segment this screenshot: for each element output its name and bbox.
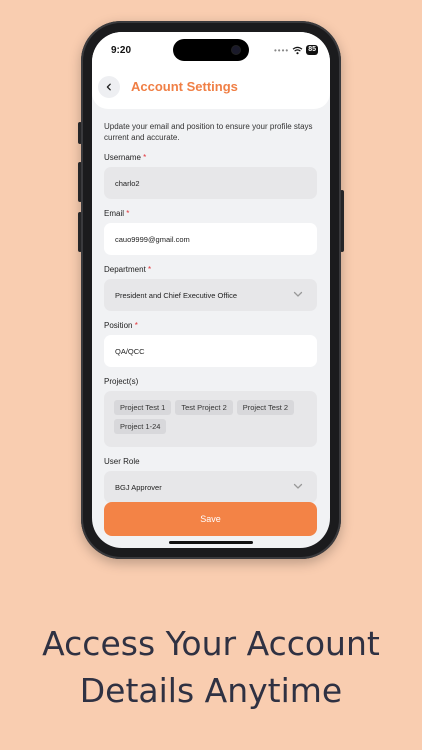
user-role-select[interactable]: BGJ Approver: [104, 471, 317, 503]
back-button[interactable]: [98, 76, 120, 98]
department-label-text: Department: [104, 265, 146, 274]
username-field[interactable]: charlo2: [104, 167, 317, 199]
tagline-line-1: Access Your Account: [42, 624, 380, 663]
required-marker: *: [134, 321, 138, 330]
wifi-icon: [292, 46, 303, 54]
required-marker: *: [148, 265, 152, 274]
battery-icon: 85: [306, 45, 318, 55]
department-select[interactable]: President and Chief Executive Office: [104, 279, 317, 311]
position-field[interactable]: QA/QCC: [104, 335, 317, 367]
position-label: Position *: [104, 321, 317, 330]
chevron-left-icon: [106, 83, 111, 91]
email-label: Email *: [104, 209, 317, 218]
chevron-down-icon: [293, 483, 303, 489]
projects-field[interactable]: Project Test 1 Test Project 2 Project Te…: [104, 391, 317, 447]
email-value: cauo9999@gmail.com: [115, 234, 190, 244]
required-marker: *: [143, 153, 147, 162]
project-tag[interactable]: Project Test 1: [114, 400, 172, 415]
username-value: charlo2: [115, 178, 140, 188]
department-value: President and Chief Executive Office: [115, 290, 238, 300]
email-label-text: Email: [104, 209, 125, 218]
status-indicators: •••• 85: [274, 45, 318, 55]
form-description: Update your email and position to ensure…: [104, 122, 313, 142]
user-role-value: BGJ Approver: [115, 482, 162, 492]
project-tag[interactable]: Test Project 2: [175, 400, 233, 415]
phone-screen: Account Settings 9:20 •••• 85 Update you…: [92, 32, 330, 548]
required-marker: *: [126, 209, 130, 218]
dynamic-island: [173, 39, 249, 61]
email-field[interactable]: cauo9999@gmail.com: [104, 223, 317, 255]
project-tag[interactable]: Project Test 2: [236, 400, 295, 415]
account-form: Update your email and position to ensure…: [104, 121, 317, 503]
projects-label: Project(s): [104, 377, 139, 386]
status-time: 9:20: [111, 45, 132, 56]
save-button[interactable]: Save: [104, 502, 317, 536]
page-title: Account Settings: [131, 79, 238, 94]
department-label: Department *: [104, 265, 317, 274]
project-tag[interactable]: Project 1-24: [114, 419, 167, 434]
signal-icon: ••••: [274, 45, 290, 55]
username-label: Username *: [104, 153, 317, 162]
user-role-label: User Role: [104, 457, 140, 466]
home-indicator[interactable]: [169, 541, 253, 544]
marketing-tagline: Access Your Account Details Anytime: [0, 620, 422, 714]
position-value: QA/QCC: [115, 346, 145, 356]
position-label-text: Position: [104, 321, 133, 330]
camera-icon: [232, 46, 240, 54]
tagline-line-2: Details Anytime: [79, 671, 343, 710]
username-label-text: Username: [104, 153, 141, 162]
chevron-down-icon: [293, 291, 303, 297]
